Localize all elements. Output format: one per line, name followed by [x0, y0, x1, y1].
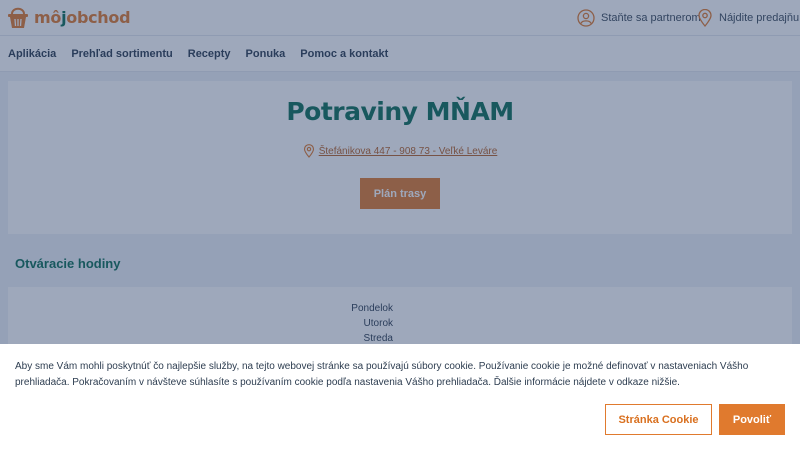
cookie-consent-banner: Aby sme Vám mohli poskytnúť čo najlepšie… — [0, 344, 800, 450]
allow-cookies-button[interactable]: Povoliť — [719, 404, 785, 435]
cookie-page-button[interactable]: Stránka Cookie — [605, 404, 712, 435]
modal-dim-overlay — [0, 0, 800, 344]
cookie-consent-text: Aby sme Vám mohli poskytnúť čo najlepšie… — [15, 361, 749, 388]
